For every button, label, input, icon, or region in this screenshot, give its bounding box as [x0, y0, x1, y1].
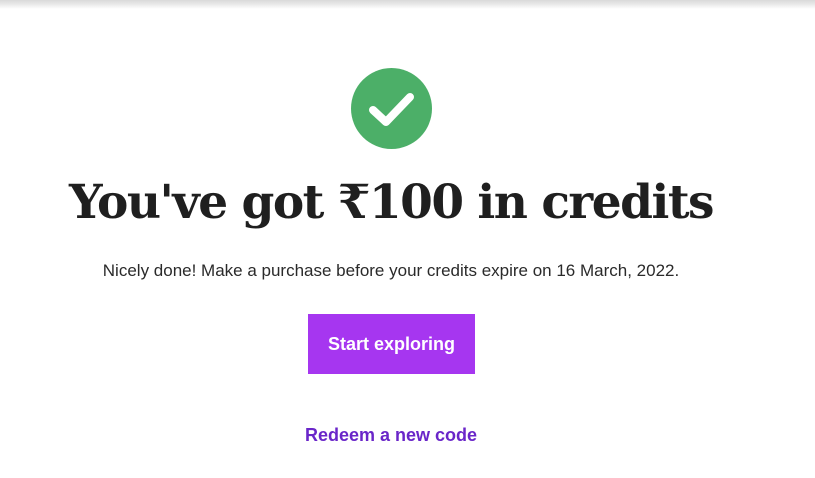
start-exploring-button[interactable]: Start exploring — [308, 314, 475, 374]
expiry-message: Nicely done! Make a purchase before your… — [102, 261, 680, 280]
credits-success-page: You've got ₹100 in credits Nicely done! … — [0, 0, 815, 478]
header-shadow-divider — [0, 0, 815, 9]
credits-headline: You've got ₹100 in credits — [69, 175, 714, 230]
check-circle-icon — [351, 68, 432, 149]
redeem-new-code-link[interactable]: Redeem a new code — [0, 423, 782, 447]
